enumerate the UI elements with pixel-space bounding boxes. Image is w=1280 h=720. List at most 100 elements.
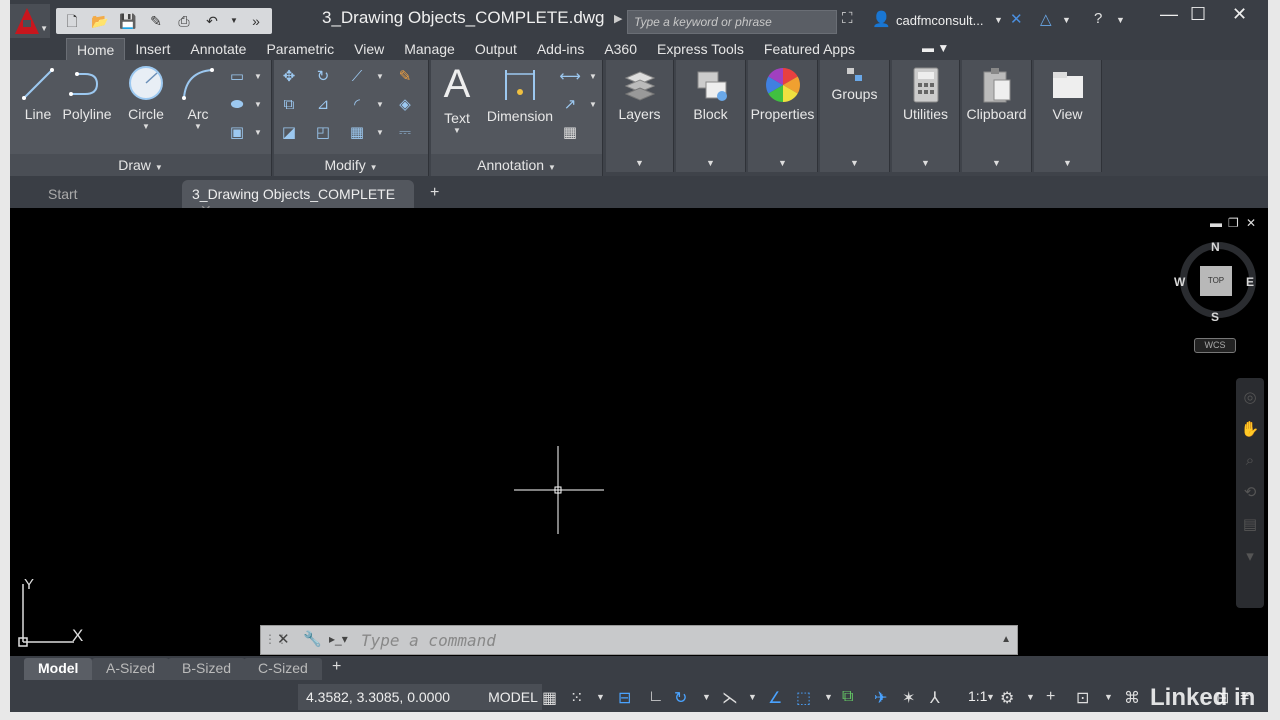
compass-north[interactable]: N [1211,240,1220,254]
layout-tab-model[interactable]: Model [24,658,93,680]
undo-dropdown-icon[interactable]: ▼ [228,11,240,31]
recent-commands-icon[interactable]: ▸_▾ [329,632,348,646]
view-panel[interactable]: View ▼ [1034,60,1102,172]
isolate-objects-icon[interactable]: ⌘ [1124,688,1140,708]
stretch-icon[interactable]: ◪ [278,122,300,144]
utilities-panel[interactable]: Utilities ▼ [892,60,960,172]
mirror-icon[interactable]: ⊿ [312,94,334,116]
open-file-icon[interactable]: 📂 [88,11,112,31]
new-tab-icon[interactable]: + [430,184,439,202]
explode-icon[interactable]: ◈ [394,94,416,116]
new-file-icon[interactable]: 🗋 [60,11,84,31]
grid-icon[interactable]: ▦ [542,688,557,708]
erase-icon[interactable]: ✎ [394,66,416,88]
tab-featured-apps[interactable]: Featured Apps [754,38,865,60]
close-command-line-icon[interactable]: ✕ [277,630,290,648]
autodesk-a360-icon[interactable]: △ [1040,10,1052,28]
annotation-panel-title[interactable]: Annotation ▼ [431,154,602,176]
tab-home[interactable]: Home [66,38,126,60]
add-icon[interactable]: + [1046,688,1055,706]
snap-icon[interactable]: ⁙ [570,688,583,708]
leader-dropdown-icon[interactable]: ▼ [589,100,597,109]
maximize-icon[interactable]: ☐ [1190,4,1206,25]
tab-manage[interactable]: Manage [394,38,465,60]
polyline-button[interactable]: Polyline [62,66,112,122]
boundary-icon[interactable]: ▣ [226,122,248,144]
layers-panel[interactable]: Layers ▼ [606,60,674,172]
arc-dropdown-icon[interactable]: ▼ [180,122,216,131]
rectangle-dropdown-icon[interactable]: ▼ [254,72,262,81]
ortho-icon[interactable]: ∟ [648,688,664,706]
text-dropdown-icon[interactable]: ▼ [439,126,475,135]
leader-icon[interactable]: ↗ [559,94,581,116]
save-icon[interactable]: 💾 [116,11,140,31]
object-snap-icon[interactable]: ⬚ [796,688,811,708]
block-panel[interactable]: Block ▼ [676,60,746,172]
tab-insert[interactable]: Insert [125,38,180,60]
properties-panel[interactable]: Properties ▼ [748,60,818,172]
move-icon[interactable]: ✥ [278,66,300,88]
layout-tab-a-sized[interactable]: A-Sized [92,658,170,680]
tab-annotate[interactable]: Annotate [180,38,256,60]
transparency-icon[interactable]: ⧉ [842,688,853,706]
hardware-dropdown-icon[interactable]: ▼ [1104,692,1113,702]
binoculars-icon[interactable]: ⛶ [842,10,853,27]
command-history-icon[interactable]: ▲ [1001,634,1011,645]
pan-icon[interactable]: ✋ [1236,420,1264,438]
hatch-dropdown-icon[interactable]: ▼ [254,100,262,109]
polar-tracking-icon[interactable]: ↻ [674,688,687,708]
help-icon[interactable]: ? [1094,10,1102,27]
layout-tab-c-sized[interactable]: C-Sized [244,658,322,680]
tab-a360[interactable]: A360 [594,38,647,60]
application-menu-button[interactable]: ▼ [10,4,50,38]
viewcube-top-face[interactable]: TOP [1200,266,1232,296]
user-icon[interactable]: 👤 [872,10,891,28]
model-space-button[interactable]: MODEL [484,684,542,710]
drawing-area[interactable]: ▬ ❐ ✕ N S E W TOP WCS ◎ ✋ ⌕ ⟲ ▤ ▾ Y X [10,208,1268,656]
workspace-gear-icon[interactable]: ⚙ [1000,688,1014,708]
auto-scale-icon[interactable]: ✶ [902,688,915,708]
tab-add-ins[interactable]: Add-ins [527,38,594,60]
rectangle-icon[interactable]: ▭ [226,66,248,88]
more-tools-icon[interactable]: » [244,11,268,31]
clipboard-panel[interactable]: Clipboard ▼ [962,60,1032,172]
viewport-close-icon[interactable]: ✕ [1246,216,1256,230]
offset-icon[interactable]: ⎓ [394,122,416,144]
isodraft-icon[interactable]: ⋋ [722,688,738,708]
modify-panel-title[interactable]: Modify ▼ [274,154,428,176]
customize-icon[interactable]: 🔧 [303,630,322,648]
line-button[interactable]: Line [20,66,56,122]
close-icon[interactable]: ✕ [1232,4,1247,25]
array-dropdown-icon[interactable]: ▼ [376,128,384,137]
dimension-button[interactable]: Dimension [485,66,555,124]
file-tab-active[interactable]: 3_Drawing Objects_COMPLETE ✕ [182,180,414,218]
steering-wheel-icon[interactable]: ◎ [1236,388,1264,406]
trim-icon[interactable]: ⟋ [346,66,368,88]
scale-dropdown-icon[interactable]: ▼ [986,692,995,702]
linear-dimension-icon[interactable]: ⟷ [559,66,581,88]
hardware-acceleration-icon[interactable]: ⊡ [1076,688,1089,708]
scale-icon[interactable]: ◰ [312,122,334,144]
annotation-scale-icon[interactable]: ⅄ [930,688,940,708]
hatch-icon[interactable]: ⬬ [226,94,248,116]
help-dropdown-icon[interactable]: ▼ [1116,15,1125,25]
file-tab-start[interactable]: Start [38,180,88,208]
save-as-icon[interactable]: ✎ [144,11,168,31]
user-name[interactable]: cadfmconsult... [896,13,983,28]
viewport-restore-icon[interactable]: ❐ [1228,216,1239,230]
table-icon[interactable]: ▦ [559,122,581,144]
minimize-icon[interactable]: — [1160,4,1178,25]
trim-dropdown-icon[interactable]: ▼ [376,72,384,81]
annotation-visibility-icon[interactable]: ✈ [874,688,887,708]
dynamic-input-icon[interactable]: ⊟ [618,688,631,708]
polar-dropdown-icon[interactable]: ▼ [702,692,711,702]
navbar-options-icon[interactable]: ▾ [1236,547,1264,565]
dimension-dropdown-icon[interactable]: ▼ [589,72,597,81]
coordinates-display[interactable]: 4.3582, 3.3085, 0.0000 [298,684,484,710]
user-dropdown-icon[interactable]: ▼ [994,15,1003,25]
print-icon[interactable]: ⎙ [172,11,196,31]
compass-south[interactable]: S [1211,310,1219,324]
zoom-extents-icon[interactable]: ⌕ [1236,452,1264,469]
exchange-apps-icon[interactable]: ✕ [1010,10,1023,28]
fillet-icon[interactable]: ◜ [346,94,368,116]
